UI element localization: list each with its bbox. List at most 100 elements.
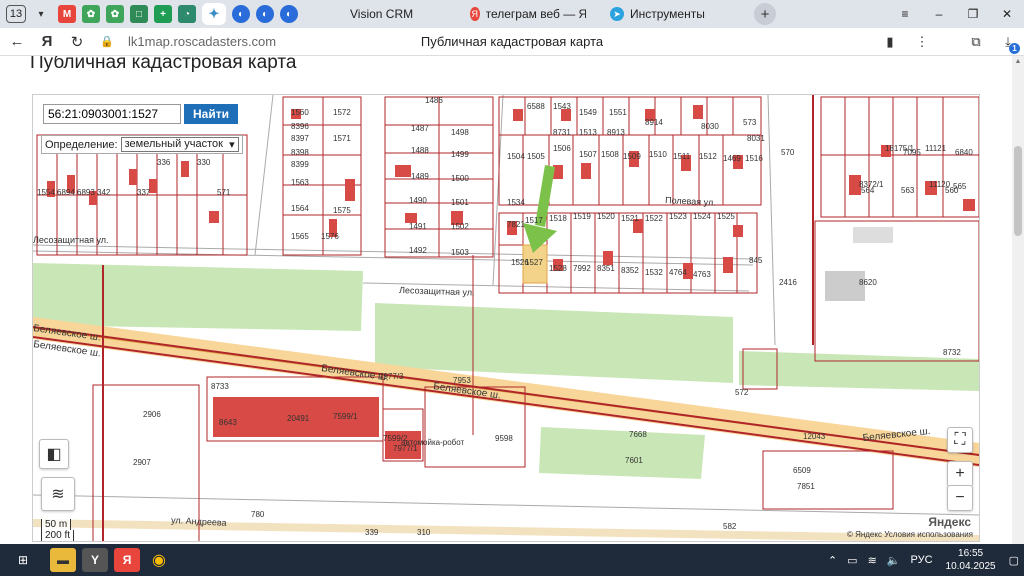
parcel-number[interactable]: 1512: [699, 152, 717, 161]
parcel-number[interactable]: 582: [723, 522, 737, 531]
download-icon[interactable]: ⤓ 1: [996, 30, 1020, 54]
parcel-number[interactable]: 1534: [507, 198, 525, 207]
parcel-number[interactable]: 573: [743, 118, 757, 127]
chevron-up-icon[interactable]: ⌃: [828, 554, 837, 567]
restore-icon[interactable]: ❐: [956, 0, 990, 28]
parcel-number[interactable]: 1488: [411, 146, 429, 155]
zoom-in-button[interactable]: +: [947, 461, 973, 487]
refresh-icon[interactable]: ↻: [64, 29, 90, 55]
parcel-number[interactable]: 1572: [333, 108, 351, 117]
cadastral-search-input[interactable]: [43, 104, 181, 124]
parcel-number[interactable]: 8398: [291, 148, 309, 157]
parcel-number[interactable]: 1513: [579, 128, 597, 137]
back-icon[interactable]: ←: [4, 29, 30, 55]
pinned-app-icon[interactable]: ✿: [106, 5, 124, 23]
parcel-number[interactable]: 342: [97, 188, 111, 197]
parcel-number[interactable]: 8030: [701, 122, 719, 131]
parcel-number[interactable]: 8352: [621, 266, 639, 275]
parcel-number[interactable]: 339: [365, 528, 379, 537]
parcel-number[interactable]: 563: [901, 186, 915, 195]
active-pinned-tab-icon[interactable]: ✦: [202, 3, 226, 25]
parcel-number[interactable]: 1551: [609, 108, 627, 117]
zoom-out-button[interactable]: −: [947, 485, 973, 511]
parcel-number[interactable]: 2906: [143, 410, 161, 419]
parcel-number[interactable]: 1564: [291, 204, 309, 213]
parcel-number[interactable]: 7977/3: [379, 372, 404, 381]
parcel-number[interactable]: 1498: [451, 128, 469, 137]
parcel-number[interactable]: 1517: [525, 216, 543, 225]
bookmark-icon[interactable]: ▮: [878, 30, 902, 54]
parcel-number[interactable]: 1527: [525, 258, 543, 267]
notifications-icon[interactable]: ▢: [1009, 554, 1019, 567]
gmail-icon[interactable]: M: [58, 5, 76, 23]
cadastral-map[interactable]: Лесозащитная ул. Лесозащитная ул. Беляев…: [32, 94, 980, 542]
tab-vision-crm[interactable]: Vision CRM: [338, 0, 458, 28]
parcel-number[interactable]: 20491: [287, 414, 310, 423]
parcel-number[interactable]: 7992: [573, 264, 591, 273]
parcel-number[interactable]: 6840: [955, 148, 973, 157]
parcel-number[interactable]: 1516: [745, 154, 763, 163]
parcel-number[interactable]: 8351: [597, 264, 615, 273]
parcel-number[interactable]: 4764: [669, 268, 687, 277]
parcel-number[interactable]: 6509: [793, 466, 811, 475]
parcel-number[interactable]: 330: [197, 158, 211, 167]
parcel-number[interactable]: 564: [861, 186, 875, 195]
parcel-number[interactable]: 8031: [747, 134, 765, 143]
parcel-number[interactable]: 1563: [291, 178, 309, 187]
parcel-number[interactable]: 6588: [527, 102, 545, 111]
parcel-number[interactable]: 1523: [669, 212, 687, 221]
parcel-number[interactable]: 12043: [803, 432, 826, 441]
parcel-number[interactable]: 336: [157, 158, 171, 167]
parcel-number[interactable]: 1499: [451, 150, 469, 159]
parcel-number[interactable]: 1549: [579, 108, 597, 117]
parcel-number[interactable]: 1532: [645, 268, 663, 277]
parcel-number[interactable]: 1509: [623, 152, 641, 161]
parcel-number[interactable]: 1508: [601, 150, 619, 159]
parcel-number[interactable]: 4763: [693, 270, 711, 279]
parcel-number[interactable]: 7851: [797, 482, 815, 491]
yandex-logo-icon[interactable]: Я: [34, 29, 60, 55]
parcel-number[interactable]: 1489: [411, 172, 429, 181]
chevron-down-icon[interactable]: ▾: [32, 5, 50, 23]
parcel-number[interactable]: 570: [781, 148, 795, 157]
file-explorer-icon[interactable]: ▬: [50, 548, 76, 572]
clock[interactable]: 16:55 10.04.2025: [946, 547, 996, 573]
parcel-number[interactable]: 1487: [411, 124, 429, 133]
parcel-number[interactable]: 1505: [527, 152, 545, 161]
parcel-number[interactable]: 8620: [859, 278, 877, 287]
parcel-number[interactable]: 845: [749, 256, 763, 265]
pinned-app-icon[interactable]: ◐: [232, 5, 250, 23]
parcel-number[interactable]: 8397: [291, 134, 309, 143]
parcel-number[interactable]: 1519: [573, 212, 591, 221]
parcel-number[interactable]: 1525: [717, 212, 735, 221]
parcel-number[interactable]: 1521: [621, 214, 639, 223]
parcel-number[interactable]: 6894: [57, 188, 75, 197]
parcel-number[interactable]: 1502: [451, 222, 469, 231]
parcel-number[interactable]: 7599/1: [333, 412, 358, 421]
parcel-number[interactable]: 8732: [943, 348, 961, 357]
parcel-number[interactable]: 8731: [553, 128, 571, 137]
sheets-icon[interactable]: +: [154, 5, 172, 23]
wifi-icon[interactable]: ≋: [868, 554, 877, 567]
parcel-number[interactable]: 1576: [321, 232, 339, 241]
parcel-number[interactable]: 8396: [291, 122, 309, 131]
parcel-number[interactable]: 7095: [903, 148, 921, 157]
parcel-number[interactable]: 1520: [597, 212, 615, 221]
parcel-number[interactable]: 1510: [649, 150, 667, 159]
parcel-number[interactable]: 8399: [291, 160, 309, 169]
parcel-number[interactable]: 7953: [453, 376, 471, 385]
more-icon[interactable]: ⋮: [910, 30, 934, 54]
scroll-up-icon[interactable]: ▲: [1014, 58, 1022, 66]
find-button[interactable]: Найти: [184, 104, 238, 124]
parcel-number[interactable]: 7668: [629, 430, 647, 439]
parcel-number[interactable]: 9598: [495, 434, 513, 443]
close-icon[interactable]: ✕: [990, 0, 1024, 28]
extensions-icon[interactable]: ⧉: [964, 30, 988, 54]
parcel-number[interactable]: 560: [945, 186, 959, 195]
parcel-number[interactable]: 8913: [607, 128, 625, 137]
chrome-icon[interactable]: ◉: [146, 548, 172, 572]
url-text[interactable]: lk1map.roscadasters.com: [128, 34, 276, 49]
pinned-app-icon[interactable]: ◐: [280, 5, 298, 23]
parcel-number[interactable]: 1492: [409, 246, 427, 255]
pinned-app-icon[interactable]: ✿: [82, 5, 100, 23]
